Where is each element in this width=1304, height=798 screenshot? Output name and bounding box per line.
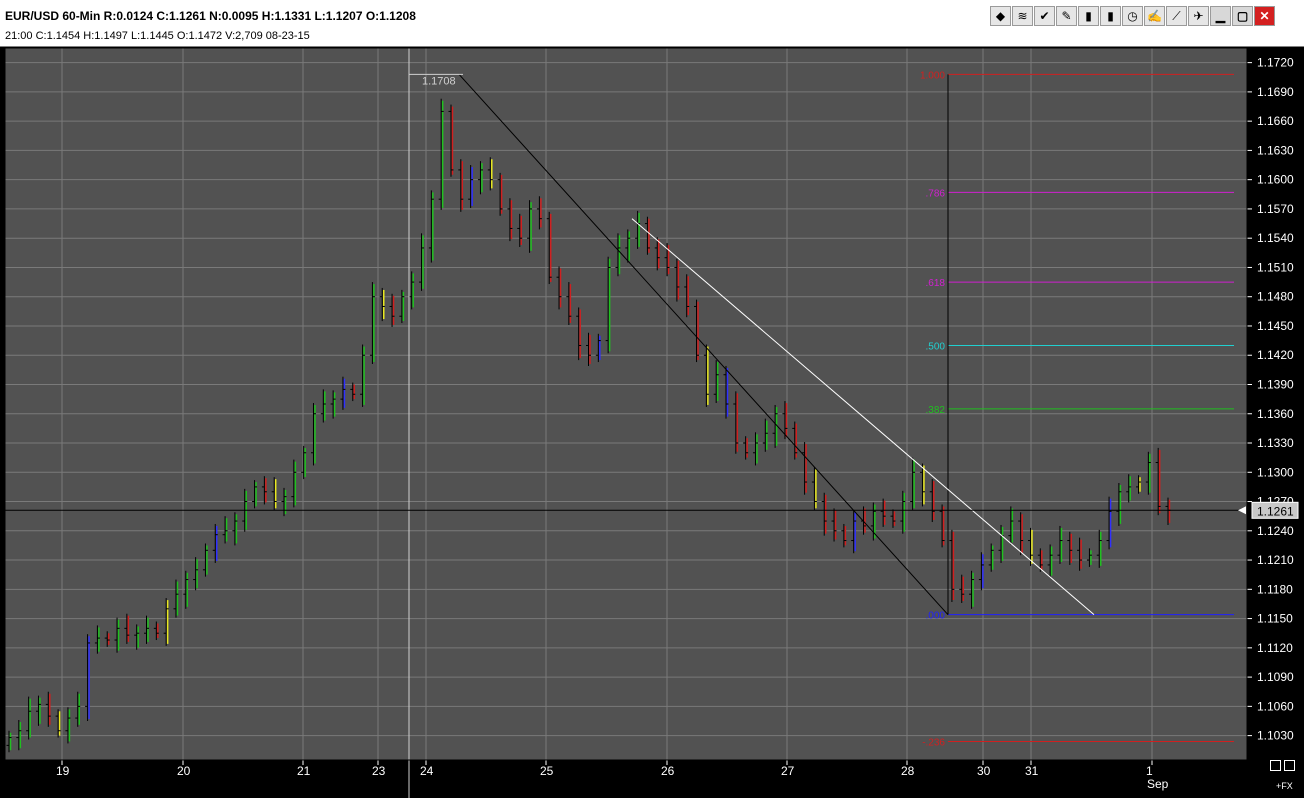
- y-tick-label: 1.1240: [1257, 524, 1294, 538]
- y-tick-label: 1.1630: [1257, 143, 1294, 157]
- fx-label: +FX: [1276, 781, 1293, 791]
- pencil-icon: ✎: [1061, 9, 1072, 23]
- pencil-button[interactable]: ✎: [1056, 6, 1077, 26]
- indicator-icon: ✔: [1039, 9, 1050, 23]
- cursor-price-label: 1.1708: [422, 75, 456, 87]
- y-tick-label: 1.1720: [1257, 56, 1294, 70]
- x-tick-label: 23: [372, 764, 386, 778]
- y-tick-label: 1.1180: [1257, 582, 1293, 596]
- notepad-icon: ✍: [1147, 9, 1162, 23]
- indicator-button[interactable]: ✔: [1034, 6, 1055, 26]
- y-tick-label: 1.1150: [1257, 612, 1293, 626]
- last-price-label: 1.1261: [1257, 504, 1294, 518]
- candle-icon: ▮: [1107, 9, 1114, 23]
- restore-icon: ▢: [1236, 9, 1249, 23]
- x-tick-label: 26: [661, 764, 675, 778]
- fx-button-left[interactable]: [1270, 760, 1281, 771]
- y-tick-label: 1.1660: [1257, 114, 1294, 128]
- fx-button-right[interactable]: [1284, 760, 1295, 771]
- plot-background: [5, 48, 1247, 760]
- bars-icon: ▮: [1085, 9, 1092, 23]
- y-tick-label: 1.1450: [1257, 319, 1294, 333]
- x-tick-label: 24: [420, 764, 434, 778]
- y-tick-label: 1.1390: [1257, 377, 1294, 391]
- window-buttons: [1270, 760, 1295, 771]
- x-tick-label: 27: [781, 764, 795, 778]
- y-tick-label: 1.1030: [1257, 729, 1294, 743]
- x-tick-label: 25: [540, 764, 554, 778]
- x-tick-label: 30: [977, 764, 991, 778]
- x-tick-label: 31: [1025, 764, 1039, 778]
- y-tick-label: 1.1090: [1257, 670, 1294, 684]
- fib-level-label: .618: [926, 278, 946, 289]
- y-tick-label: 1.1480: [1257, 290, 1294, 304]
- fib-level-label: .500: [926, 341, 946, 352]
- x-tick-label: 21: [297, 764, 311, 778]
- wave-button[interactable]: ≋: [1012, 6, 1033, 26]
- symbol-summary: EUR/USD 60-Min R:0.0124 C:1.1261 N:0.009…: [5, 9, 416, 23]
- wave-icon: ≋: [1017, 9, 1028, 23]
- y-tick-label: 1.1300: [1257, 465, 1294, 479]
- pin-icon: ✈: [1193, 9, 1204, 23]
- fib-level-label: .000: [926, 611, 946, 622]
- minimize-button[interactable]: ▁: [1210, 6, 1231, 26]
- chart-type-icon: ◆: [995, 9, 1006, 23]
- x-tick-label: 1: [1146, 764, 1153, 778]
- x-tick-label: 20: [177, 764, 191, 778]
- restore-button[interactable]: ▢: [1232, 6, 1253, 26]
- toolbar: ◆ ≋ ✔ ✎ ▮ ▮ ◷ ✍ ⟋ ✈ ▁ ▢ ✕: [990, 6, 1275, 28]
- cursor-bar-readout: 21:00 C:1.1454 H:1.1497 L:1.1445 O:1.147…: [5, 30, 310, 42]
- fib-level-label: 1.000: [920, 70, 945, 81]
- pin-button[interactable]: ✈: [1188, 6, 1209, 26]
- drawing-tool-button[interactable]: ⟋: [1166, 6, 1187, 26]
- y-tick-label: 1.1510: [1257, 260, 1294, 274]
- y-tick-label: 1.1540: [1257, 231, 1294, 245]
- x-tick-label: 19: [56, 764, 70, 778]
- y-tick-label: 1.1690: [1257, 85, 1294, 99]
- y-tick-label: 1.1600: [1257, 173, 1294, 187]
- y-tick-label: 1.1120: [1257, 641, 1293, 655]
- y-tick-label: 1.1210: [1257, 553, 1294, 567]
- close-button[interactable]: ✕: [1254, 6, 1275, 26]
- clock-icon: ◷: [1127, 9, 1138, 23]
- fib-level-label: .786: [926, 188, 946, 199]
- drawing-tool-icon: ⟋: [1172, 9, 1181, 23]
- close-icon: ✕: [1259, 9, 1270, 23]
- minimize-icon: ▁: [1215, 9, 1226, 23]
- y-tick-label: 1.1420: [1257, 348, 1294, 362]
- chart-header: EUR/USD 60-Min R:0.0124 C:1.1261 N:0.009…: [0, 0, 1304, 47]
- y-tick-label: 1.1330: [1257, 436, 1294, 450]
- notepad-button[interactable]: ✍: [1144, 6, 1165, 26]
- y-tick-label: 1.1570: [1257, 202, 1294, 216]
- month-label: Sep: [1147, 777, 1169, 791]
- time-axis-panel: [5, 760, 1299, 798]
- fib-level-label: .382: [926, 405, 946, 416]
- clock-button[interactable]: ◷: [1122, 6, 1143, 26]
- x-tick-label: 28: [901, 764, 915, 778]
- fib-level-label: -.236: [922, 737, 945, 748]
- bars-button[interactable]: ▮: [1078, 6, 1099, 26]
- y-tick-label: 1.1360: [1257, 407, 1294, 421]
- price-chart[interactable]: 1.1720 1.1690 1.1660 1.1630 1.1600 1.1570 1.15…: [0, 46, 1304, 798]
- candle-button[interactable]: ▮: [1100, 6, 1121, 26]
- chart-type-button[interactable]: ◆: [990, 6, 1011, 26]
- y-tick-label: 1.1060: [1257, 699, 1294, 713]
